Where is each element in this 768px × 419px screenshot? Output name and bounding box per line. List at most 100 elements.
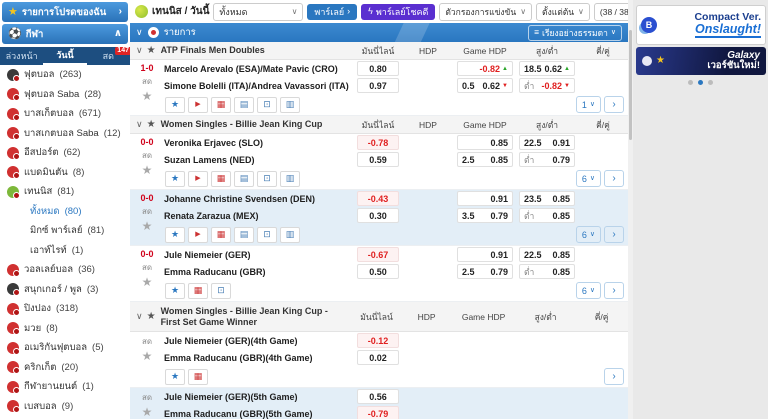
tab-today[interactable]: วันนี้ — [43, 47, 86, 65]
stats-menu-button[interactable] — [234, 227, 254, 243]
scrollbar-thumb[interactable] — [629, 30, 632, 140]
moneyline-odds[interactable]: -0.12 — [357, 333, 399, 348]
expand-match-button[interactable] — [604, 170, 624, 187]
carousel-dot-active[interactable] — [698, 80, 703, 85]
sidebar-item-tennis-outright[interactable]: เอาท์ไรท์(1) — [0, 241, 130, 261]
live-play-button[interactable] — [188, 171, 208, 187]
game-hdp-odds[interactable]: 0.50.62 — [457, 78, 513, 93]
favorite-button[interactable] — [165, 97, 185, 113]
moneyline-odds[interactable]: 0.50 — [357, 264, 399, 279]
league-count-box[interactable]: (38 / 38) ลีกส์ — [594, 3, 628, 21]
favorite-button[interactable] — [165, 369, 185, 385]
bet-types-button[interactable] — [211, 97, 231, 113]
league-star-icon[interactable] — [147, 312, 156, 322]
live-play-button[interactable] — [188, 97, 208, 113]
lucky-parlay-button[interactable]: พาร์เลย์โชคดี — [361, 4, 435, 20]
game-hdp-odds[interactable]: 0.85 — [457, 135, 513, 150]
league-star-icon[interactable] — [147, 120, 156, 130]
sidebar-item-table-tennis[interactable]: ปิงปอง(318) — [0, 299, 130, 319]
sidebar-item-football-saba[interactable]: ฟุตบอล Saba(28) — [0, 85, 130, 105]
moneyline-odds[interactable]: 0.97 — [357, 78, 399, 93]
chevron-down-icon[interactable] — [136, 46, 143, 55]
chart-button[interactable] — [280, 97, 300, 113]
over-under-odds[interactable]: 22.50.85 — [519, 247, 575, 262]
tv-button[interactable] — [211, 283, 231, 299]
sidebar-item-boxing[interactable]: มวย(8) — [0, 319, 130, 339]
bet-types-button[interactable] — [211, 171, 231, 187]
moneyline-odds[interactable]: -0.79 — [357, 406, 399, 419]
more-bets-dropdown[interactable]: 6 — [576, 282, 601, 299]
over-under-odds[interactable]: ต่ำ0.85 — [519, 208, 575, 223]
parlay-button[interactable]: พาร์เลย์ — [307, 4, 357, 20]
over-under-odds[interactable]: 22.50.91 — [519, 135, 575, 150]
over-under-odds[interactable]: ต่ำ0.79 — [519, 152, 575, 167]
moneyline-odds[interactable]: 0.80 — [357, 61, 399, 76]
sidebar-item-baseball[interactable]: เบสบอล(9) — [0, 397, 130, 417]
game-hdp-odds[interactable]: -0.82 — [457, 61, 513, 76]
favorite-star-icon[interactable] — [142, 164, 153, 176]
more-bets-dropdown[interactable]: 1 — [576, 96, 601, 113]
favorite-star-icon[interactable] — [142, 350, 153, 362]
sidebar-item-basketball-saba[interactable]: บาสเกตบอล Saba(12) — [0, 124, 130, 144]
tab-live[interactable]: สด 147 — [87, 47, 130, 65]
game-hdp-odds[interactable]: 2.50.79 — [457, 264, 513, 279]
market-filter-dropdown[interactable]: ทั้งหมด — [213, 3, 303, 21]
expand-match-button[interactable] — [604, 282, 624, 299]
banner-compact-onslaught[interactable]: B Compact Ver. Onslaught! — [636, 5, 766, 45]
bet-types-button[interactable] — [188, 283, 208, 299]
favorite-star-icon[interactable] — [142, 406, 153, 418]
moneyline-odds[interactable]: 0.30 — [357, 208, 399, 223]
banner-galaxy-version[interactable]: Galaxy เวอร์ชันใหม่! — [636, 47, 766, 75]
chart-button[interactable] — [280, 227, 300, 243]
moneyline-odds[interactable]: 0.56 — [357, 389, 399, 404]
tv-button[interactable] — [257, 227, 277, 243]
live-play-button[interactable] — [188, 227, 208, 243]
sidebar-item-badminton[interactable]: แบดมินตัน(8) — [0, 163, 130, 183]
over-under-odds[interactable]: 18.50.62 — [519, 61, 575, 76]
more-bets-dropdown[interactable]: 6 — [576, 226, 601, 243]
chevron-down-icon[interactable] — [136, 312, 143, 321]
sort-dropdown[interactable]: เรียงอย่างธรรมดา — [528, 25, 622, 41]
chevron-down-icon[interactable] — [136, 120, 143, 129]
moneyline-odds[interactable]: -0.67 — [357, 247, 399, 262]
sidebar-item-football[interactable]: ฟุตบอล(263) — [0, 65, 130, 85]
moneyline-odds[interactable]: -0.43 — [357, 191, 399, 206]
favorite-button[interactable] — [165, 227, 185, 243]
sidebar-item-cricket[interactable]: คริกเก็ต(20) — [0, 358, 130, 378]
expand-match-button[interactable] — [604, 368, 624, 385]
over-under-odds[interactable]: 23.50.85 — [519, 191, 575, 206]
over-under-odds[interactable]: ต่ำ-0.82 — [519, 78, 575, 93]
league-star-icon[interactable] — [147, 46, 156, 56]
favorite-star-icon[interactable] — [142, 276, 153, 288]
stats-menu-button[interactable] — [234, 97, 254, 113]
game-hdp-odds[interactable]: 0.91 — [457, 191, 513, 206]
moneyline-odds[interactable]: 0.02 — [357, 350, 399, 365]
sidebar-item-american-football[interactable]: อเมริกันฟุตบอล(5) — [0, 338, 130, 358]
sidebar-item-motorsport[interactable]: กีฬายานยนต์(1) — [0, 377, 130, 397]
favorites-bar[interactable]: รายการโปรดของฉัน — [2, 2, 128, 22]
game-hdp-odds[interactable]: 2.50.85 — [457, 152, 513, 167]
sidebar-item-esports[interactable]: อีสปอร์ต(62) — [0, 143, 130, 163]
sidebar-item-volleyball[interactable]: วอลเลย์บอล(36) — [0, 260, 130, 280]
tv-button[interactable] — [257, 97, 277, 113]
tab-early[interactable]: ล่วงหน้า — [0, 47, 43, 65]
favorite-button[interactable] — [165, 171, 185, 187]
bet-types-button[interactable] — [211, 227, 231, 243]
match-filter-dropdown[interactable]: ตัวกรองการแข่งขัน — [439, 3, 532, 21]
favorite-button[interactable] — [165, 283, 185, 299]
game-hdp-odds[interactable]: 3.50.79 — [457, 208, 513, 223]
favorite-star-icon[interactable] — [142, 90, 153, 102]
carousel-dot[interactable] — [708, 80, 713, 85]
collapse-all-icon[interactable] — [136, 28, 143, 37]
moneyline-odds[interactable]: -0.78 — [357, 135, 399, 150]
moneyline-odds[interactable]: 0.59 — [357, 152, 399, 167]
favorite-star-icon[interactable] — [142, 220, 153, 232]
over-under-odds[interactable]: ต่ำ0.85 — [519, 264, 575, 279]
sidebar-item-tennis-all[interactable]: ทั้งหมด(80) — [0, 202, 130, 222]
from-start-dropdown[interactable]: ตั้งแต่ต้น — [536, 3, 590, 21]
carousel-dot[interactable] — [688, 80, 693, 85]
sports-header-bar[interactable]: กีฬา — [2, 24, 128, 44]
sidebar-item-tennis-mix-parlay[interactable]: มิกซ์ พาร์เลย์(81) — [0, 221, 130, 241]
stats-menu-button[interactable] — [234, 171, 254, 187]
more-bets-dropdown[interactable]: 6 — [576, 170, 601, 187]
